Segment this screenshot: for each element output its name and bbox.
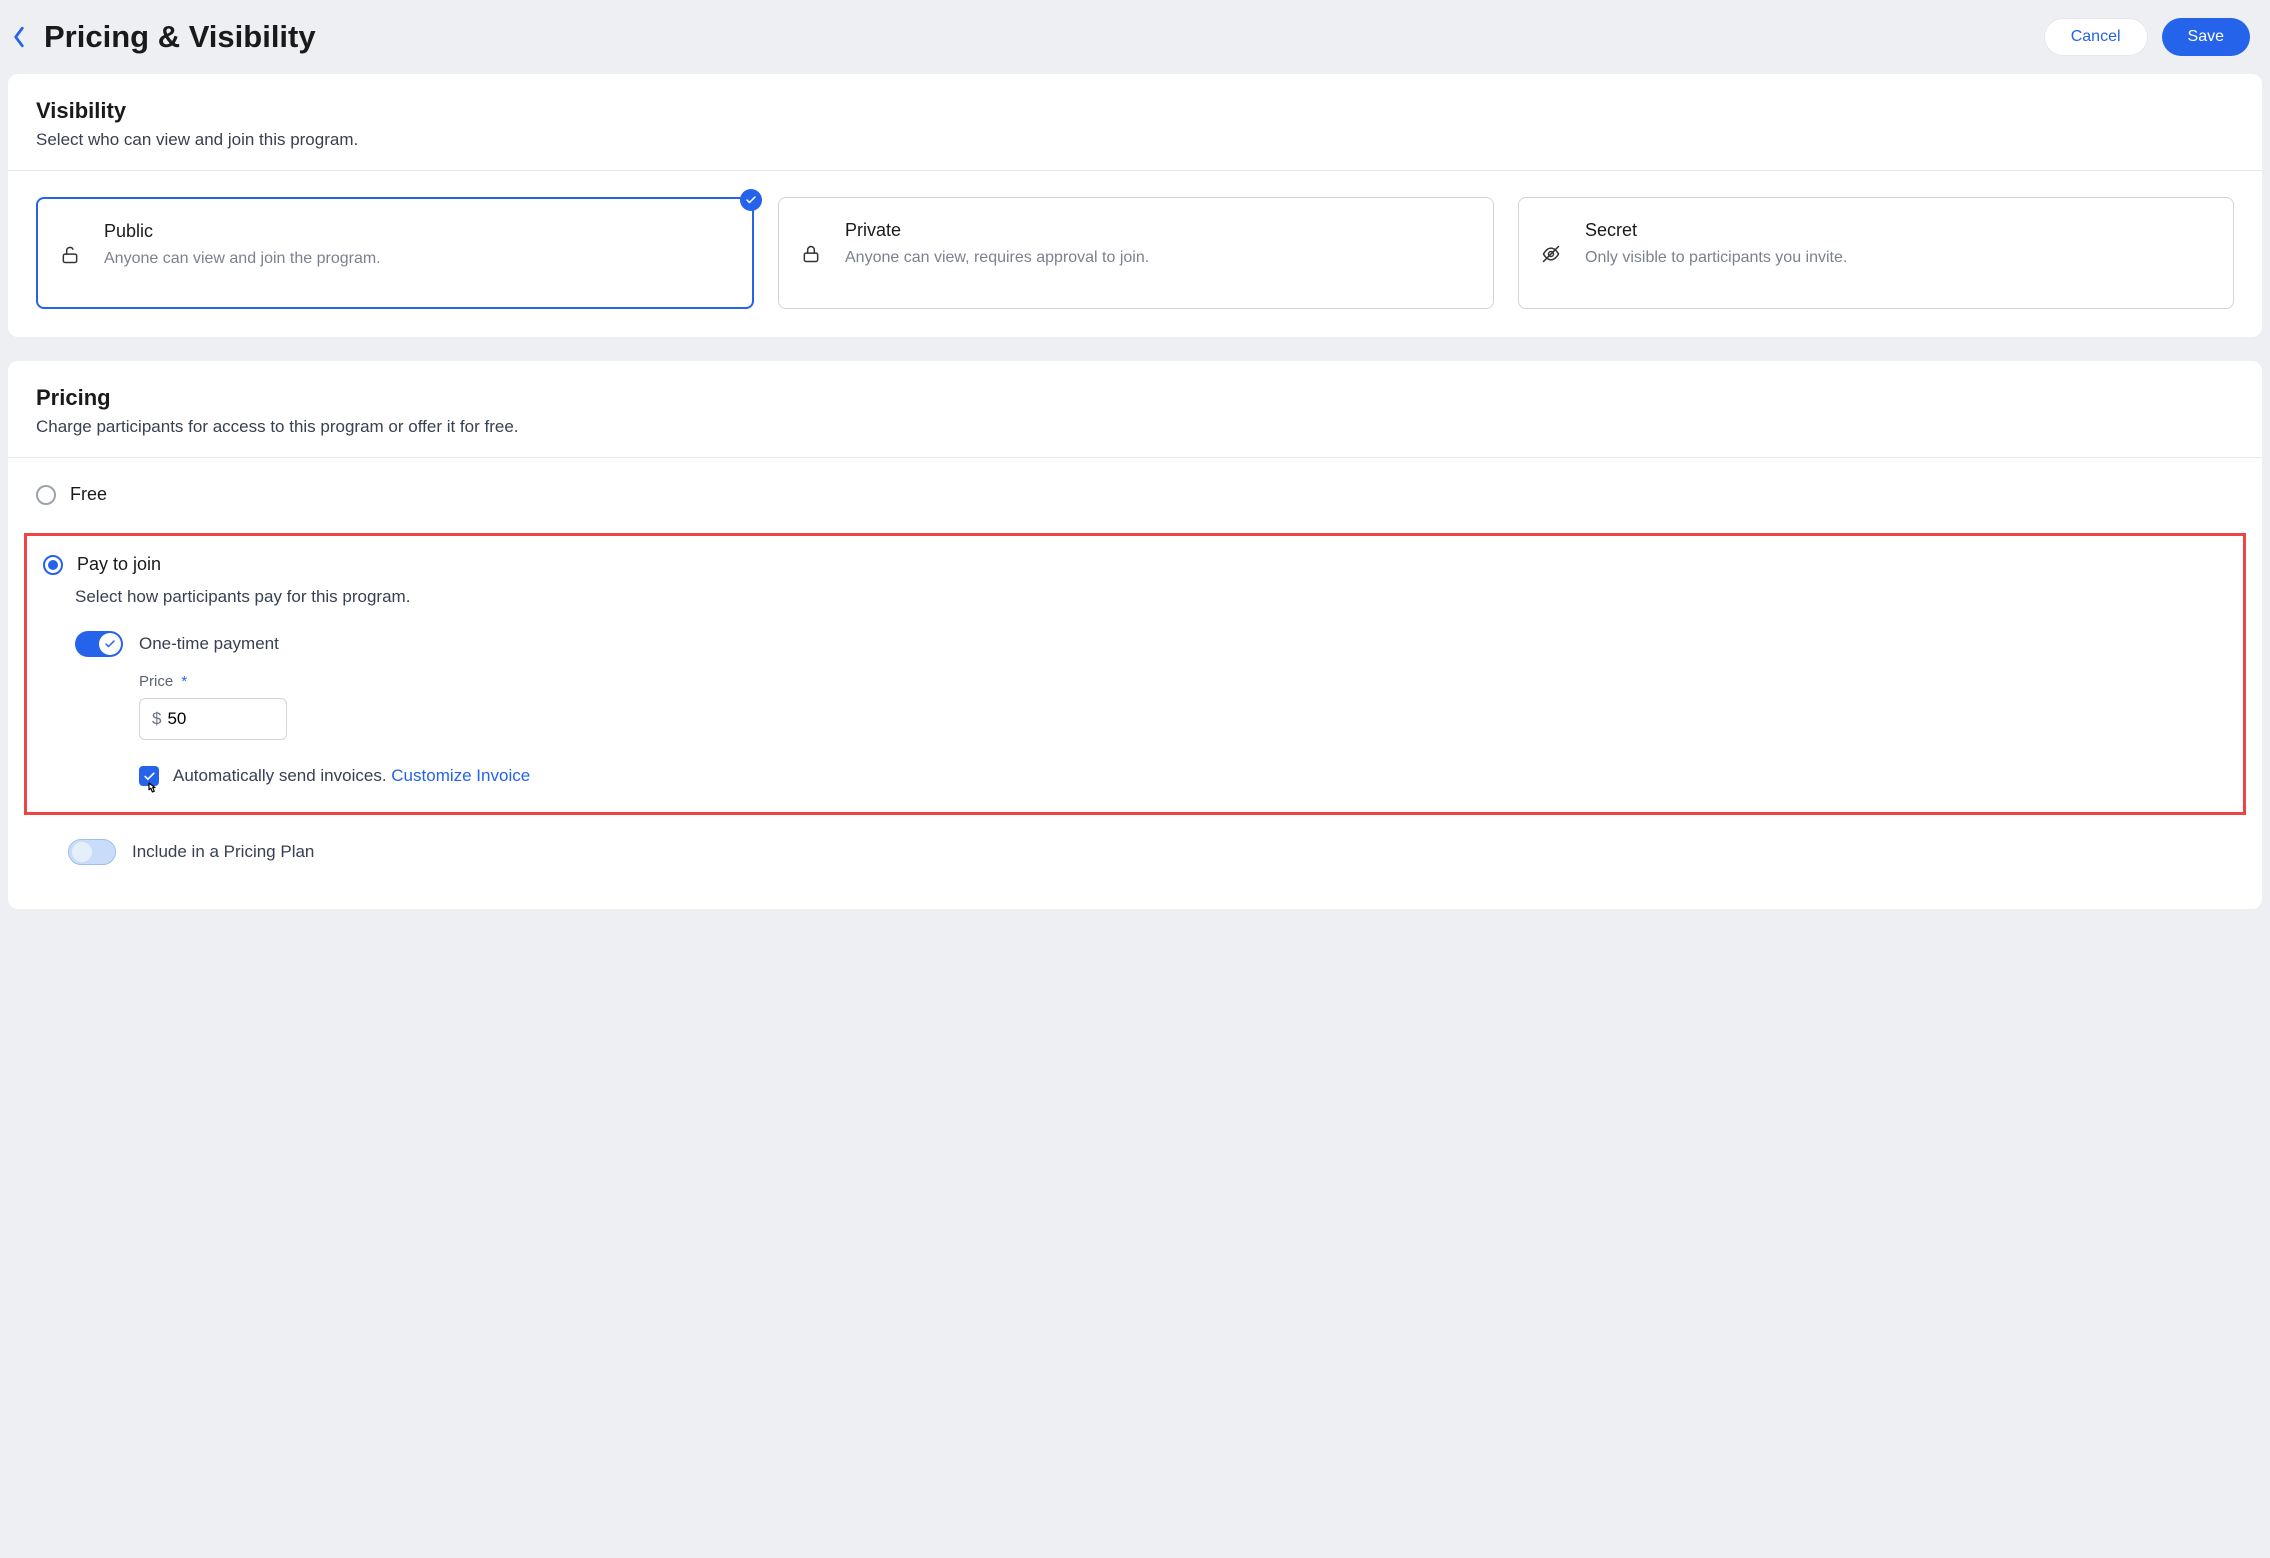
auto-invoice-label: Automatically send invoices. Customize I… [173,766,530,786]
visibility-subtitle: Select who can view and join this progra… [36,130,2234,150]
pricing-title: Pricing [36,385,2234,411]
customize-invoice-link[interactable]: Customize Invoice [391,766,530,785]
pricing-subtitle: Charge participants for access to this p… [36,417,2234,437]
cancel-button[interactable]: Cancel [2044,18,2148,56]
one-time-payment-toggle[interactable] [75,631,123,657]
radio-label: Free [70,484,107,505]
cursor-pointer-icon [143,780,161,803]
visibility-title: Visibility [36,98,2234,124]
check-icon [740,189,762,211]
price-input[interactable] [167,709,274,729]
option-title: Private [845,220,1469,241]
visibility-card: Visibility Select who can view and join … [8,74,2262,337]
one-time-payment-label: One-time payment [139,634,279,654]
save-button[interactable]: Save [2162,18,2250,56]
visibility-option-private[interactable]: Private Anyone can view, requires approv… [778,197,1494,309]
pricing-plan-toggle[interactable] [68,839,116,865]
radio-label: Pay to join [77,554,161,575]
page-title: Pricing & Visibility [44,19,2044,55]
currency-symbol: $ [152,709,161,729]
unlock-icon [60,221,88,285]
pay-to-join-subtitle: Select how participants pay for this pro… [75,587,2223,607]
option-desc: Only visible to participants you invite. [1585,247,2209,269]
toggle-knob [71,841,93,863]
toggle-knob [99,633,121,655]
price-input-wrapper[interactable]: $ [139,698,287,740]
pay-to-join-highlight: Pay to join Select how participants pay … [24,533,2246,815]
option-desc: Anyone can view, requires approval to jo… [845,247,1469,269]
price-label: Price * [139,673,2223,690]
option-title: Secret [1585,220,2209,241]
radio-icon[interactable] [36,485,56,505]
radio-icon[interactable] [43,555,63,575]
pricing-option-free[interactable]: Free [36,484,2234,505]
pricing-plan-label: Include in a Pricing Plan [132,842,314,862]
visibility-option-public[interactable]: Public Anyone can view and join the prog… [36,197,754,309]
option-desc: Anyone can view and join the program. [104,248,728,270]
eye-off-icon [1541,220,1569,286]
lock-icon [801,220,829,286]
pricing-card: Pricing Charge participants for access t… [8,361,2262,909]
pricing-option-pay[interactable]: Pay to join [43,554,2223,575]
option-title: Public [104,221,728,242]
visibility-option-secret[interactable]: Secret Only visible to participants you … [1518,197,2234,309]
back-button[interactable] [10,20,36,54]
